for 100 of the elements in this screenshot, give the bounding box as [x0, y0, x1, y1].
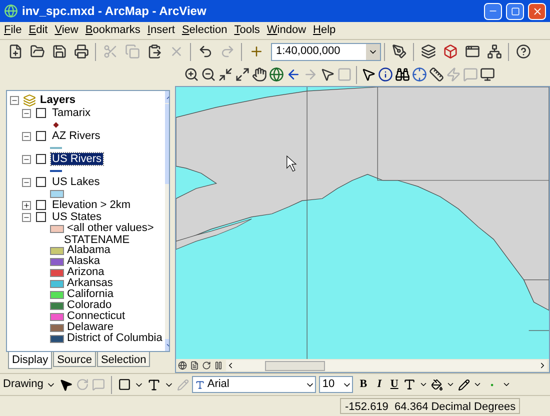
size-combo[interactable]: 10	[319, 376, 354, 393]
layer-name[interactable]: US Lakes	[51, 176, 101, 188]
undo-icon	[198, 44, 212, 59]
add-data-icon	[248, 44, 264, 59]
menu-item[interactable]: Tools	[234, 22, 260, 39]
bold-button[interactable]: B	[356, 376, 370, 393]
menu-item[interactable]: Edit	[28, 22, 48, 39]
underline-button[interactable]: U	[388, 376, 400, 393]
dropdown-icon[interactable]	[502, 380, 512, 389]
dropdown-icon[interactable]	[446, 380, 456, 389]
layer-name[interactable]: US Rivers	[51, 153, 103, 165]
dropdown-icon[interactable]	[419, 380, 428, 389]
layers-heading: Layers	[40, 94, 76, 106]
globe-icon	[269, 67, 284, 82]
window-title: inv_spc.mxd - ArcMap - ArcView	[22, 3, 208, 20]
layer-checkbox[interactable]	[36, 108, 46, 118]
hand-icon	[252, 67, 267, 82]
expand-toggle[interactable]	[22, 154, 31, 164]
font-color-icon[interactable]	[403, 378, 416, 391]
scale-combo[interactable]: 1:40,000,000	[271, 42, 381, 60]
expand-toggle[interactable]	[22, 108, 31, 118]
pencil-icon[interactable]	[458, 378, 470, 390]
coordinates-readout: -152.619 64.364 Decimal Degrees	[340, 398, 520, 414]
italic-button[interactable]: I	[373, 376, 386, 393]
pause-icon[interactable]	[214, 361, 223, 370]
layer-checkbox[interactable]	[36, 154, 46, 164]
info-icon	[378, 67, 393, 82]
menu-item[interactable]: Bookmarks	[85, 22, 140, 39]
collapse-toggle[interactable]	[10, 96, 19, 104]
menu-item[interactable]: View	[54, 22, 78, 39]
monitor-icon	[480, 67, 495, 82]
legend-label: Connecticut	[67, 311, 126, 322]
crosshair-icon	[412, 67, 427, 82]
help-icon	[516, 44, 530, 59]
network-icon	[486, 44, 502, 59]
legend-label: Arkansas	[67, 278, 113, 289]
legend-label: Alabama	[67, 245, 110, 256]
data-view-icon[interactable]	[178, 361, 187, 370]
maximize-icon	[510, 6, 520, 16]
shrink-icon	[218, 67, 233, 82]
layers-icon	[23, 94, 36, 106]
menu-item[interactable]: Insert	[147, 22, 175, 39]
minimize-button[interactable]	[484, 2, 502, 20]
text-icon[interactable]	[147, 378, 162, 392]
expand-toggle[interactable]	[22, 132, 31, 140]
pointer-icon	[361, 67, 376, 82]
expand-toggle[interactable]	[22, 178, 31, 186]
refresh-icon[interactable]	[202, 361, 211, 370]
layer-name[interactable]: AZ Rivers	[51, 130, 102, 142]
pen-icon	[392, 44, 406, 59]
legend-label: <all other values>	[67, 223, 154, 234]
new-file-icon	[8, 44, 22, 59]
tab[interactable]: Source	[53, 352, 96, 367]
menu-item[interactable]: Window	[266, 22, 306, 39]
drawing-menu[interactable]: Drawing	[3, 376, 44, 393]
tab[interactable]: Selection	[96, 352, 150, 367]
menu-item[interactable]: Selection	[182, 22, 228, 39]
layer-name[interactable]: Tamarix	[51, 107, 92, 119]
font-combo[interactable]: Arial	[192, 376, 316, 393]
font-icon	[195, 380, 206, 390]
scroll-left-icon	[226, 361, 235, 370]
binoculars-icon	[395, 67, 410, 82]
copy-icon	[124, 44, 140, 59]
expand-toggle[interactable]	[22, 200, 31, 210]
maximize-button[interactable]	[506, 2, 524, 20]
layer-name[interactable]: Elevation > 2km	[51, 199, 132, 211]
plus-icon	[23, 202, 30, 208]
legend-label: Delaware	[67, 322, 114, 333]
layer-checkbox[interactable]	[36, 131, 46, 141]
dropdown-icon[interactable]	[473, 380, 482, 389]
close-button[interactable]	[528, 2, 546, 20]
expand-toggle[interactable]	[22, 212, 31, 222]
legend-label: California	[67, 289, 114, 300]
scroll-right-icon	[538, 361, 547, 370]
toolbox-icon	[442, 44, 458, 59]
horizontal-scrollbar[interactable]	[226, 360, 547, 371]
folder-icon	[30, 44, 44, 59]
layer-name[interactable]: US States	[51, 211, 103, 223]
menu-item[interactable]: File	[4, 22, 22, 39]
layer-checkbox[interactable]	[36, 212, 46, 222]
paste-icon	[146, 44, 162, 59]
layout-view-icon[interactable]	[190, 361, 199, 370]
rectangle-icon[interactable]	[118, 378, 132, 391]
layer-checkbox[interactable]	[36, 200, 46, 210]
tab[interactable]: Display	[8, 352, 52, 369]
speech-bubble-icon	[463, 67, 478, 82]
pointer-icon[interactable]	[59, 378, 74, 392]
paint-bucket-icon[interactable]	[431, 378, 444, 390]
layer-checkbox[interactable]	[36, 177, 46, 187]
zoom-out-icon	[201, 67, 216, 82]
ruler-icon	[429, 67, 444, 82]
printer-icon	[74, 44, 88, 59]
close-icon	[532, 6, 542, 16]
menu-item[interactable]: Help	[313, 22, 336, 39]
scissors-icon	[102, 44, 118, 59]
legend-label: Colorado	[67, 300, 112, 311]
pointer-icon	[320, 67, 335, 82]
layers-icon	[420, 44, 436, 59]
field-heading: STATENAME	[63, 234, 130, 246]
window-icon	[464, 44, 480, 59]
